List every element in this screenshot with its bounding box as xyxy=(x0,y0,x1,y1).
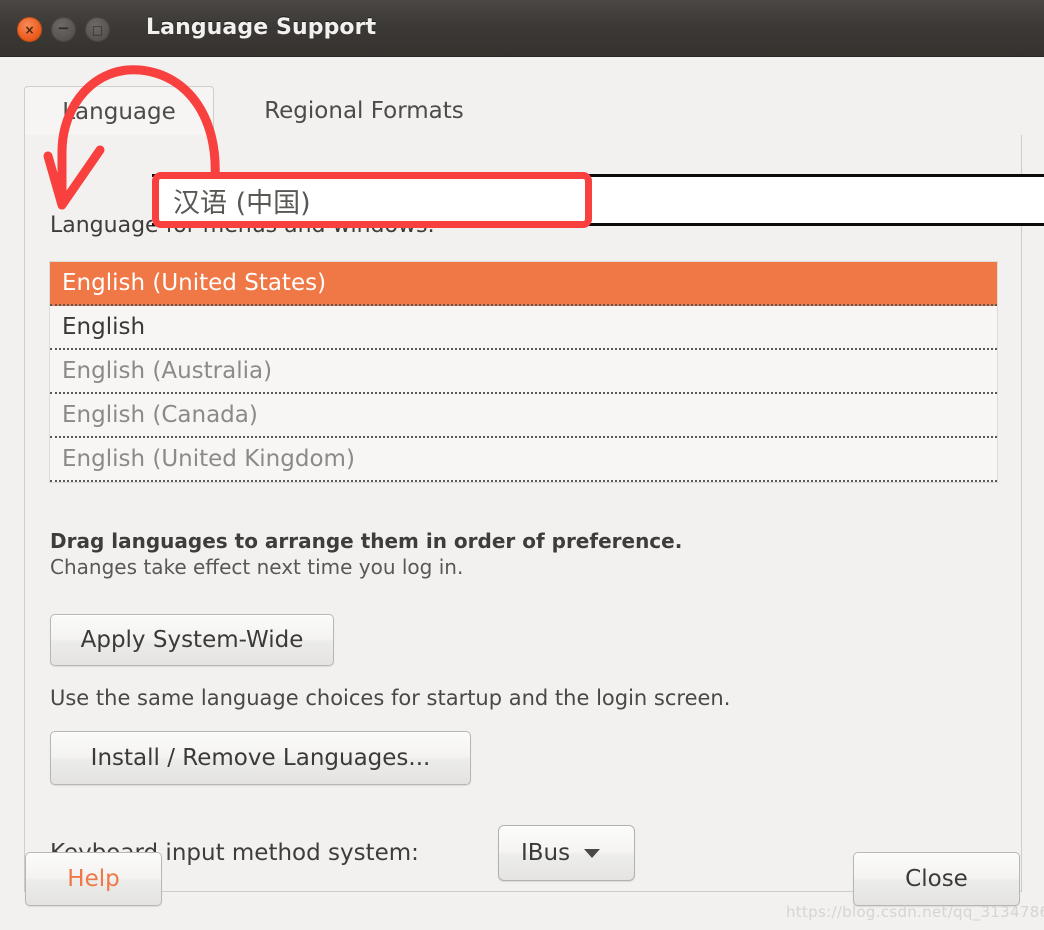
chevron-down-icon xyxy=(584,849,600,858)
install-remove-languages-button[interactable]: Install / Remove Languages... xyxy=(50,731,471,785)
close-dialog-label: Close xyxy=(905,866,968,892)
list-item-label: English (Australia) xyxy=(62,358,272,384)
changes-hint-text: Changes take effect next time you log in… xyxy=(50,555,463,579)
close-icon: × xyxy=(18,18,41,41)
tab-strip: Language Regional Formats xyxy=(24,86,1020,136)
install-remove-languages-label: Install / Remove Languages... xyxy=(91,745,431,771)
tab-language[interactable]: Language xyxy=(24,86,214,136)
close-window-button[interactable]: × xyxy=(17,17,42,42)
language-tab-page: Language for menus and windows: English … xyxy=(24,135,1022,892)
drag-hint-text: Drag languages to arrange them in order … xyxy=(50,529,682,553)
list-item[interactable]: English (United Kingdom) xyxy=(50,438,997,482)
window-body: Language Regional Formats Language for m… xyxy=(0,57,1044,930)
tab-language-label: Language xyxy=(62,99,176,125)
list-item[interactable]: English (United States) xyxy=(50,262,997,306)
list-item-label: English (Canada) xyxy=(62,402,258,428)
keyboard-input-method-dropdown[interactable]: IBus xyxy=(498,825,635,881)
apply-system-wide-label: Apply System-Wide xyxy=(81,627,304,653)
apply-hint-text: Use the same language choices for startu… xyxy=(50,686,730,710)
list-item-label: English (United States) xyxy=(62,270,326,296)
maximize-window-button[interactable]: □ xyxy=(85,17,110,42)
minimize-icon: − xyxy=(52,17,75,40)
tab-regional-formats-label: Regional Formats xyxy=(264,98,464,124)
list-item[interactable]: English xyxy=(50,306,997,350)
list-item[interactable]: English (Canada) xyxy=(50,394,997,438)
list-item-label: English (United Kingdom) xyxy=(62,446,355,472)
list-item[interactable]: English (Australia) xyxy=(50,350,997,394)
maximize-icon: □ xyxy=(86,18,109,41)
apply-system-wide-button[interactable]: Apply System-Wide xyxy=(50,614,334,666)
minimize-window-button[interactable]: − xyxy=(51,17,76,42)
tab-regional-formats[interactable]: Regional Formats xyxy=(214,86,514,136)
help-button-label: Help xyxy=(67,866,119,892)
tab-strip-filler xyxy=(514,86,1020,136)
language-list-label: Language for menus and windows: xyxy=(50,213,435,238)
language-list[interactable]: English (United States) English English … xyxy=(49,261,998,483)
window-title: Language Support xyxy=(146,15,376,40)
list-item-label: English xyxy=(62,314,145,340)
watermark: https://blog.csdn.net/qq_31347869 xyxy=(786,903,1044,921)
close-dialog-button[interactable]: Close xyxy=(853,852,1020,906)
window-titlebar: × − □ Language Support xyxy=(0,0,1044,57)
window-controls: × − □ xyxy=(17,17,110,42)
help-button[interactable]: Help xyxy=(25,852,162,906)
language-support-window: × − □ Language Support Language Regional… xyxy=(0,0,1044,930)
keyboard-input-method-value: IBus xyxy=(521,840,570,866)
